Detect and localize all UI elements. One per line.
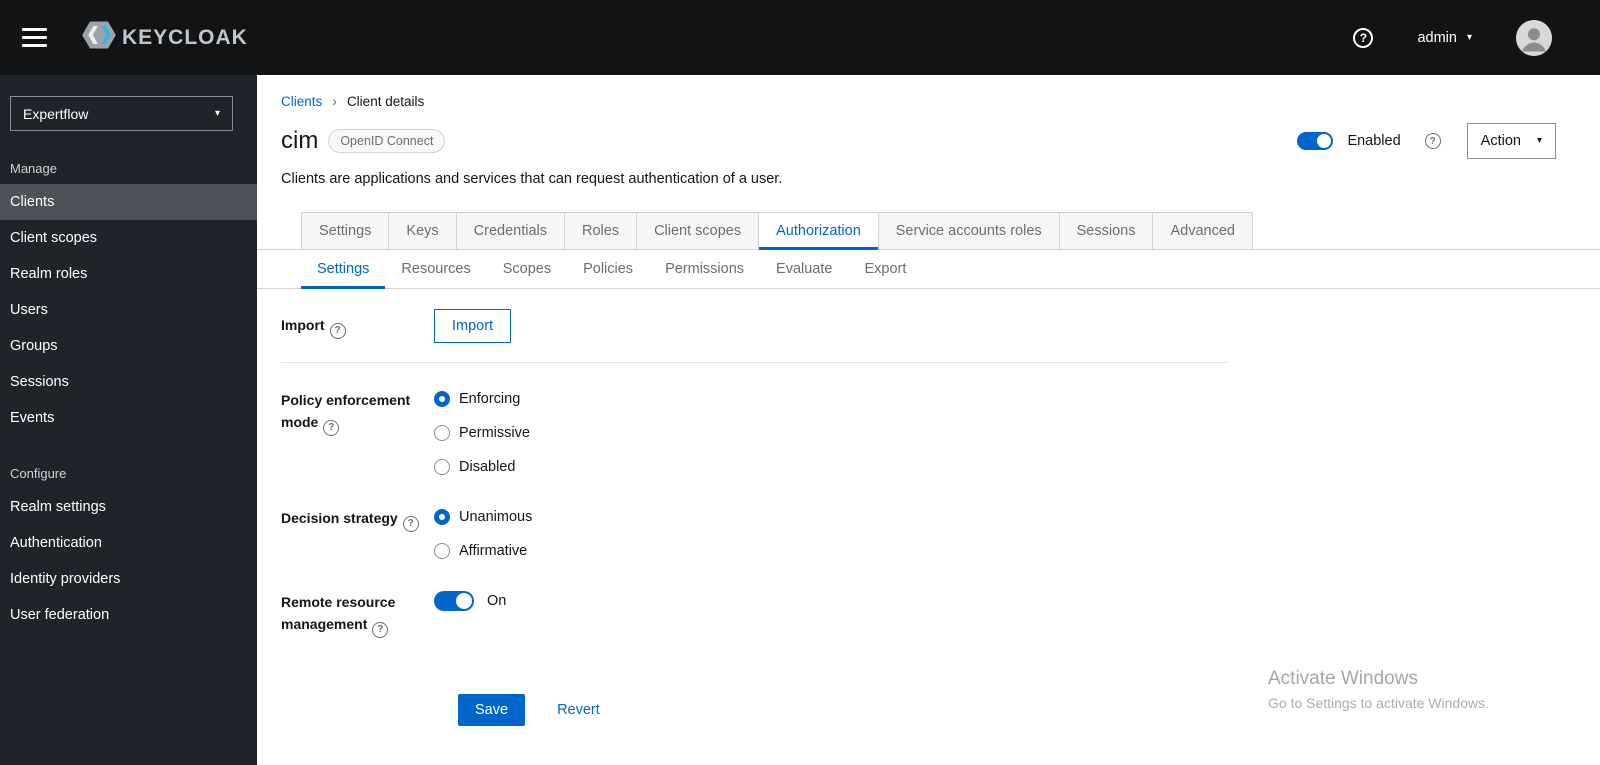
- action-label: Action: [1480, 133, 1521, 149]
- revert-button[interactable]: Revert: [557, 702, 600, 718]
- avatar[interactable]: [1516, 19, 1552, 56]
- subtab-evaluate[interactable]: Evaluate: [760, 250, 848, 288]
- sidebar: Expertflow ▾ Manage Clients Client scope…: [0, 75, 257, 765]
- tab-roles[interactable]: Roles: [565, 212, 638, 249]
- chevron-down-icon: ▾: [1466, 31, 1472, 43]
- authorization-settings-form: Import? Import Policy enforcement mode? …: [281, 309, 1600, 727]
- remote-resource-management-label: Remote resource management?: [281, 591, 434, 639]
- sidebar-nav: Manage Clients Client scopes Realm roles…: [0, 151, 257, 633]
- topbar-right: ? admin ▾: [1353, 19, 1552, 56]
- radio-unanimous[interactable]: Unanimous: [434, 507, 532, 527]
- activate-windows-watermark: Activate Windows Go to Settings to activ…: [1268, 668, 1489, 711]
- user-name: admin: [1417, 29, 1457, 46]
- subtab-permissions[interactable]: Permissions: [649, 250, 760, 288]
- radio-enforcing[interactable]: Enforcing: [434, 389, 530, 409]
- tab-advanced[interactable]: Advanced: [1153, 212, 1253, 249]
- remote-toggle-state-label: On: [487, 593, 507, 609]
- tab-client-scopes[interactable]: Client scopes: [637, 212, 760, 249]
- radio-disabled[interactable]: Disabled: [434, 457, 530, 477]
- main-content: Clients › Client details cim OpenID Conn…: [257, 75, 1600, 765]
- breadcrumb-separator-icon: ›: [332, 93, 337, 109]
- remote-resource-toggle[interactable]: [434, 591, 474, 611]
- realm-selector[interactable]: Expertflow ▾: [10, 96, 233, 131]
- page-layout: Expertflow ▾ Manage Clients Client scope…: [0, 75, 1600, 765]
- tab-settings[interactable]: Settings: [301, 212, 390, 249]
- keycloak-logo[interactable]: KEYCLOAK: [81, 17, 248, 58]
- tab-sessions[interactable]: Sessions: [1059, 212, 1154, 249]
- policy-help-icon[interactable]: ?: [323, 420, 340, 437]
- chevron-down-icon: ▾: [1536, 135, 1542, 146]
- nav-section-manage: Manage: [10, 161, 57, 176]
- user-menu[interactable]: admin ▾: [1417, 30, 1472, 46]
- enabled-label: Enabled: [1347, 133, 1401, 149]
- remote-help-icon[interactable]: ?: [372, 622, 389, 639]
- save-button[interactable]: Save: [458, 694, 526, 727]
- realm-name: Expertflow: [23, 105, 89, 122]
- tab-credentials[interactable]: Credentials: [456, 212, 565, 249]
- radio-affirmative-input: [434, 543, 450, 559]
- action-dropdown-button[interactable]: Action ▾: [1466, 123, 1556, 159]
- sidebar-item-sessions[interactable]: Sessions: [0, 364, 257, 400]
- sidebar-item-realm-settings[interactable]: Realm settings: [0, 489, 257, 525]
- remote-resource-management-row: Remote resource management? On: [281, 591, 1600, 639]
- radio-permissive[interactable]: Permissive: [434, 423, 530, 443]
- import-help-icon[interactable]: ?: [329, 322, 346, 339]
- import-label: Import?: [281, 314, 434, 339]
- app-root: KEYCLOAK ? admin ▾ Expertflow ▾ Manage C…: [0, 0, 1600, 765]
- decision-strategy-label: Decision strategy?: [281, 507, 434, 532]
- protocol-badge: OpenID Connect: [328, 129, 446, 153]
- authorization-subtabs: Settings Resources Scopes Policies Permi…: [257, 250, 1600, 289]
- client-header-controls: Enabled ? Action ▾: [1297, 123, 1556, 159]
- sidebar-item-events[interactable]: Events: [0, 400, 257, 436]
- breadcrumb-current: Client details: [346, 93, 425, 109]
- breadcrumb-link-clients[interactable]: Clients: [281, 94, 322, 109]
- sidebar-item-clients[interactable]: Clients: [0, 184, 257, 220]
- help-icon[interactable]: ?: [1353, 27, 1374, 48]
- decision-help-icon[interactable]: ?: [402, 516, 419, 532]
- subtab-resources[interactable]: Resources: [385, 250, 486, 288]
- sidebar-item-identity-providers[interactable]: Identity providers: [0, 561, 257, 597]
- decision-strategy-row: Decision strategy? Unanimous Affirmative: [281, 507, 1600, 561]
- radio-permissive-input: [434, 425, 450, 441]
- watermark-line1: Activate Windows: [1268, 668, 1418, 689]
- keycloak-logo-icon: [81, 17, 117, 58]
- sidebar-item-realm-roles[interactable]: Realm roles: [0, 256, 257, 292]
- hamburger-menu-button[interactable]: [22, 28, 47, 47]
- decision-strategy-radio-group: Unanimous Affirmative: [434, 507, 532, 561]
- radio-unanimous-input: [434, 509, 450, 525]
- subtab-export[interactable]: Export: [848, 250, 922, 288]
- subtab-scopes[interactable]: Scopes: [487, 250, 567, 288]
- chevron-down-icon: ▾: [214, 107, 220, 119]
- policy-enforcement-radio-group: Enforcing Permissive Disabled: [434, 389, 530, 477]
- watermark-line2: Go to Settings to activate Windows.: [1268, 695, 1489, 711]
- sidebar-item-groups[interactable]: Groups: [0, 328, 257, 364]
- sidebar-item-client-scopes[interactable]: Client scopes: [0, 220, 257, 256]
- nav-section-configure: Configure: [10, 466, 67, 481]
- radio-enforcing-input: [434, 391, 450, 407]
- policy-enforcement-mode-row: Policy enforcement mode? Enforcing Permi…: [281, 389, 1600, 477]
- brand-text: KEYCLOAK: [122, 25, 248, 49]
- tab-authorization[interactable]: Authorization: [759, 212, 879, 250]
- sidebar-item-user-federation[interactable]: User federation: [0, 597, 257, 633]
- enabled-help-icon[interactable]: ?: [1424, 133, 1441, 149]
- client-tabs: Settings Keys Credentials Roles Client s…: [257, 212, 1600, 250]
- subtab-policies[interactable]: Policies: [567, 250, 649, 288]
- page-title: cim: [281, 127, 319, 154]
- client-description: Clients are applications and services th…: [281, 171, 783, 187]
- sidebar-item-authentication[interactable]: Authentication: [0, 525, 257, 561]
- import-row: Import? Import: [281, 309, 1600, 343]
- import-button[interactable]: Import: [434, 309, 512, 343]
- subtab-settings[interactable]: Settings: [301, 250, 386, 289]
- tab-keys[interactable]: Keys: [389, 212, 457, 249]
- enabled-toggle[interactable]: [1297, 132, 1334, 150]
- topbar: KEYCLOAK ? admin ▾: [0, 0, 1600, 75]
- radio-disabled-input: [434, 459, 450, 475]
- breadcrumb: Clients › Client details: [281, 93, 1600, 109]
- client-header: cim OpenID Connect Enabled ? Action ▾: [281, 123, 1556, 159]
- tab-service-accounts-roles[interactable]: Service accounts roles: [878, 212, 1060, 249]
- section-divider: [281, 362, 1228, 363]
- radio-affirmative[interactable]: Affirmative: [434, 541, 532, 561]
- policy-enforcement-mode-label: Policy enforcement mode?: [281, 389, 434, 437]
- sidebar-item-users[interactable]: Users: [0, 292, 257, 328]
